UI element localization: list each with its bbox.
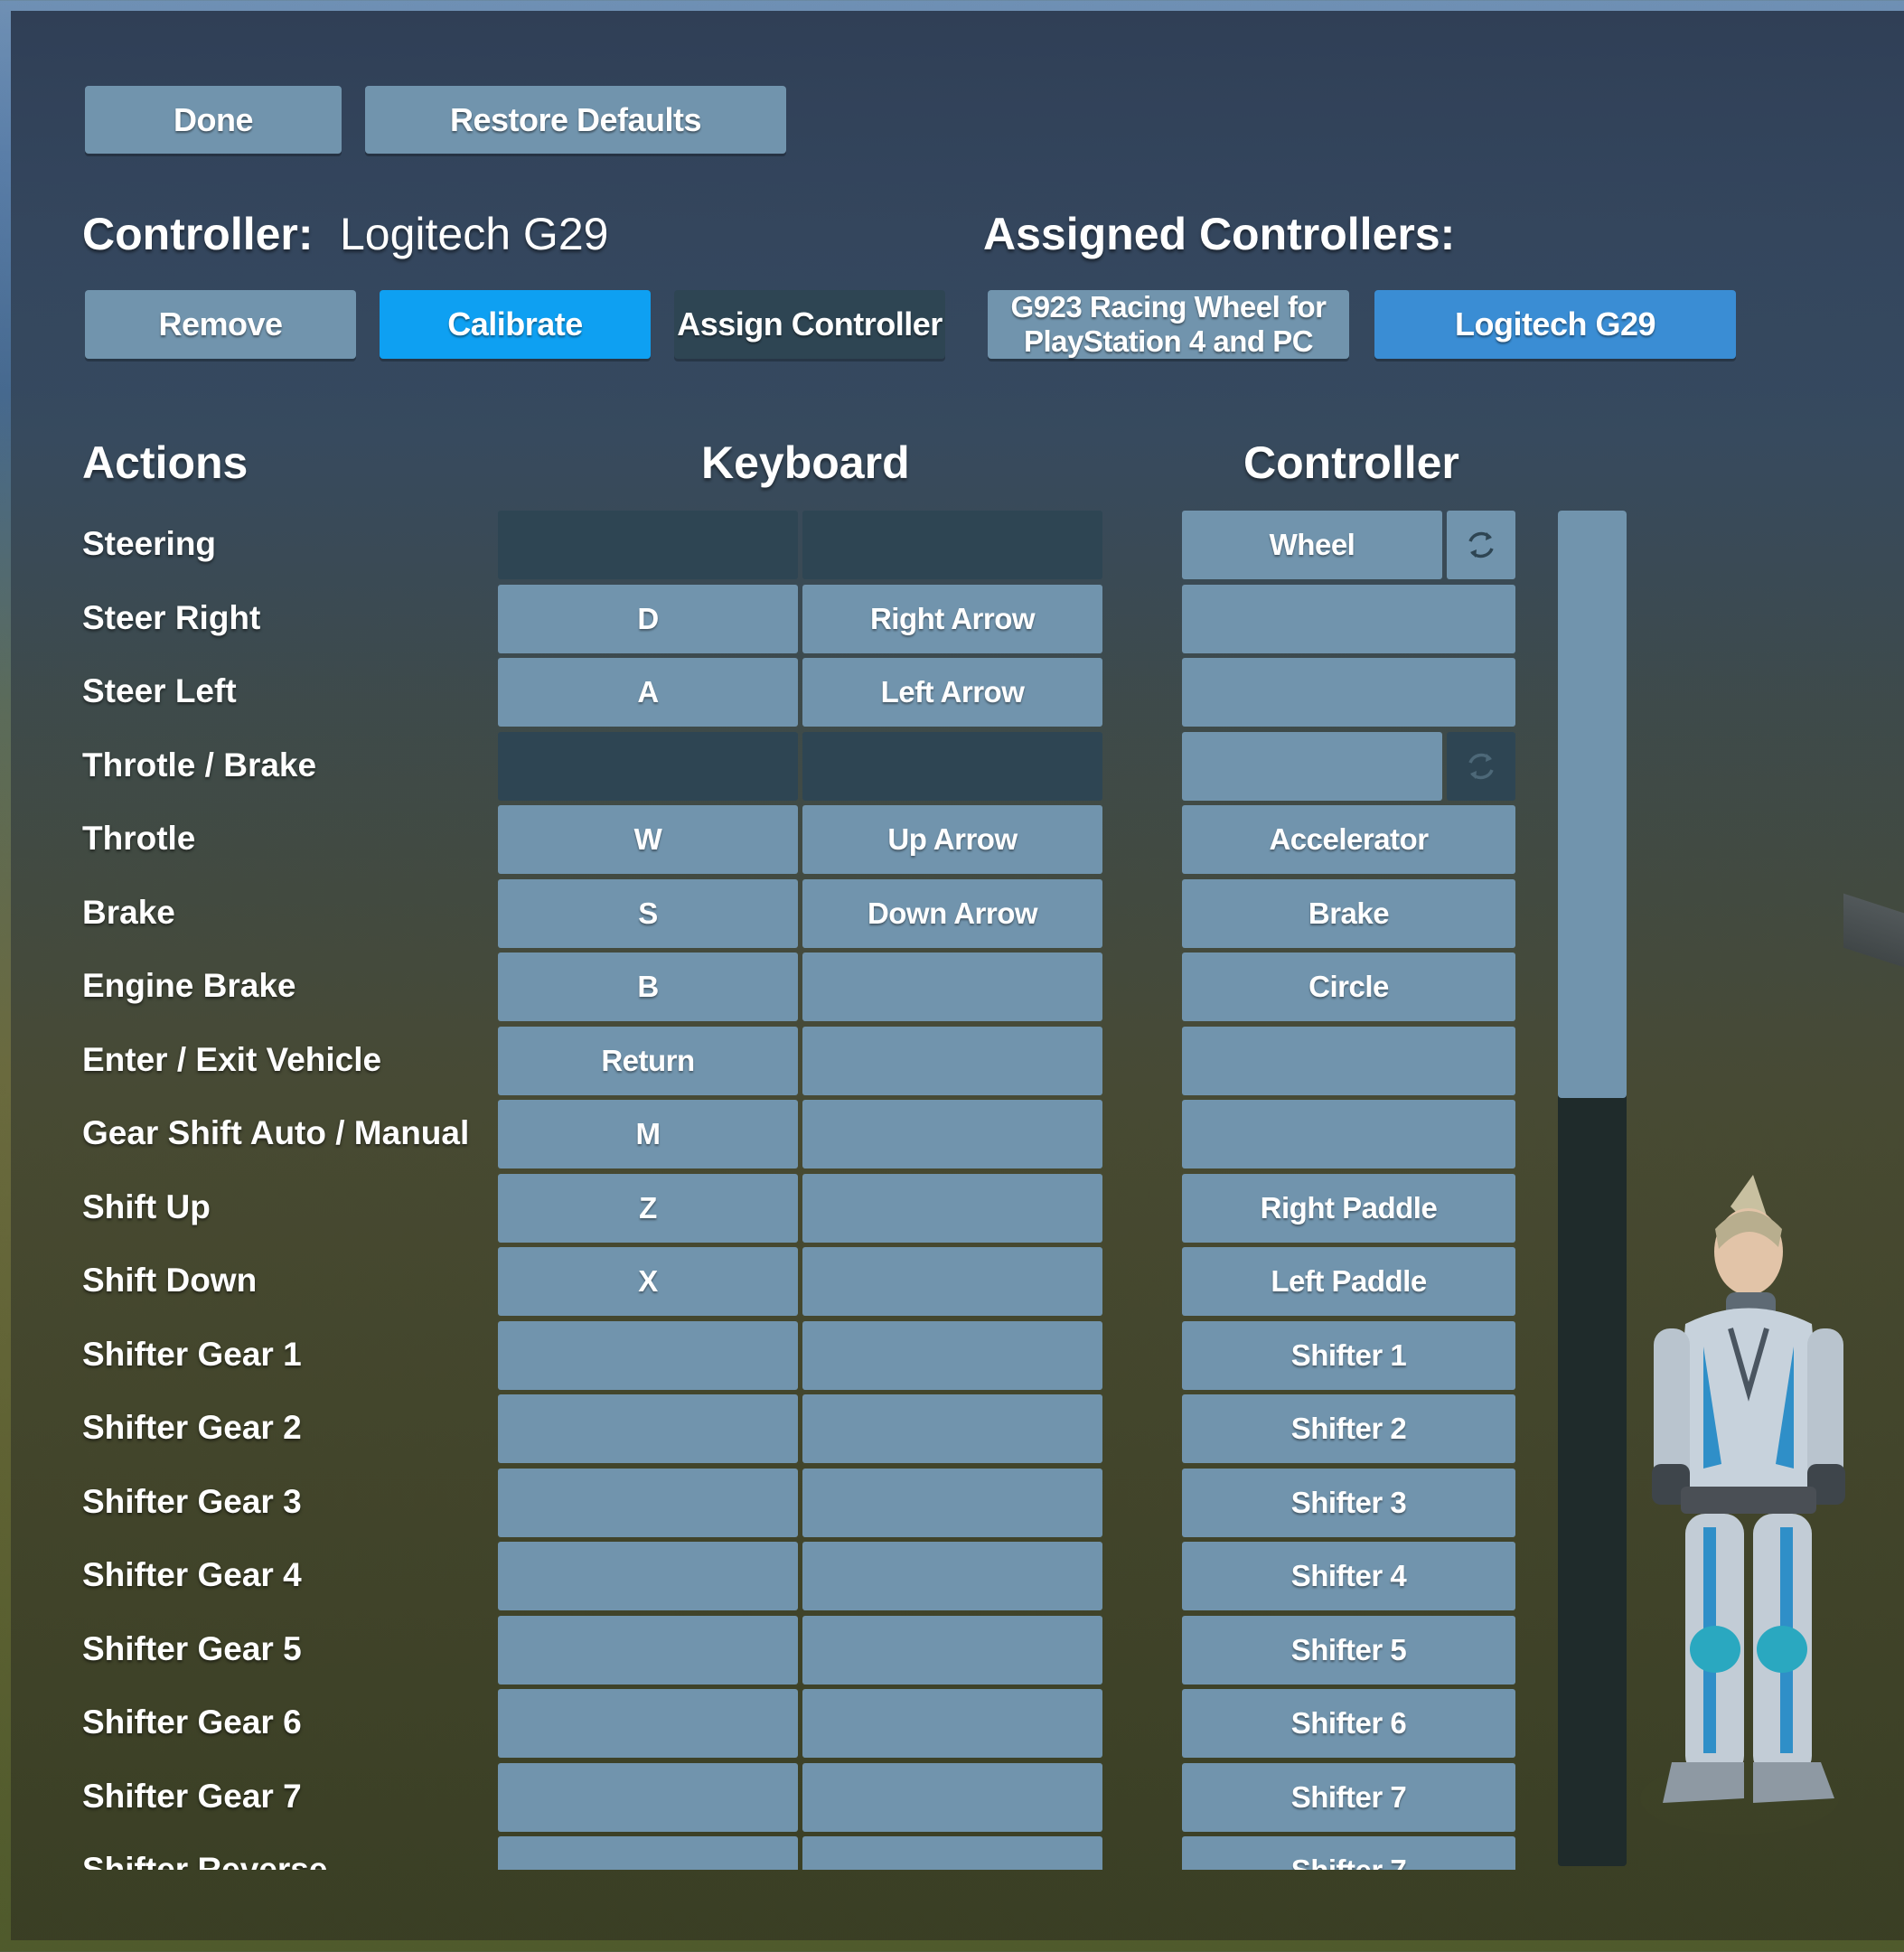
controller-binding[interactable]: Shifter 6	[1182, 1689, 1515, 1758]
keyboard-binding-primary[interactable]: X	[498, 1247, 798, 1316]
action-label: Shift Down	[82, 1262, 258, 1299]
character-icon	[1640, 1175, 1845, 1835]
action-label: Shifter Reverse	[82, 1851, 328, 1870]
keyboard-binding-primary[interactable]	[498, 1320, 798, 1390]
assigned-controller-g923[interactable]: G923 Racing Wheel for PlayStation 4 and …	[988, 290, 1349, 359]
controller-binding[interactable]	[1182, 731, 1442, 801]
keyboard-binding-primary[interactable]: Return	[498, 1026, 798, 1095]
keyboard-binding-primary[interactable]	[498, 731, 798, 801]
keyboard-binding-secondary[interactable]	[802, 1026, 1102, 1095]
assigned-controller-g29[interactable]: Logitech G29	[1374, 290, 1736, 359]
keyboard-binding-secondary[interactable]	[802, 1762, 1102, 1832]
action-label: Steer Left	[82, 672, 237, 709]
controller-column-header: Controller	[1243, 437, 1459, 488]
actions-column-header: Actions	[82, 437, 249, 488]
refresh-icon[interactable]	[1447, 511, 1515, 579]
keyboard-binding-secondary[interactable]	[802, 1394, 1102, 1463]
controller-binding[interactable]: Wheel	[1182, 511, 1442, 579]
keyboard-column-header: Keyboard	[701, 437, 910, 488]
keyboard-binding-primary[interactable]: W	[498, 805, 798, 874]
keyboard-binding-secondary[interactable]	[802, 1836, 1102, 1870]
keyboard-binding-primary[interactable]	[498, 1762, 798, 1832]
keyboard-binding-secondary[interactable]	[802, 1173, 1102, 1243]
keyboard-binding-secondary[interactable]: Down Arrow	[802, 878, 1102, 948]
controller-binding[interactable]: Shifter 1	[1182, 1320, 1515, 1390]
keyboard-binding-primary[interactable]	[498, 1542, 798, 1610]
action-label: Gear Shift Auto / Manual	[82, 1114, 470, 1151]
keyboard-binding-primary[interactable]: A	[498, 658, 798, 727]
bindings-list: Steering Wheel Steer Right D Right Arrow Stee…	[0, 506, 1536, 1870]
action-label: Shift Up	[82, 1187, 211, 1225]
keyboard-binding-secondary[interactable]	[802, 1247, 1102, 1316]
keyboard-binding-primary[interactable]: S	[498, 878, 798, 948]
controller-binding[interactable]: Left Paddle	[1182, 1247, 1515, 1316]
action-label: Brake	[82, 893, 175, 931]
keyboard-binding-primary[interactable]	[498, 1394, 798, 1463]
assigned-controllers-heading: Assigned Controllers:	[983, 209, 1456, 259]
controller-binding[interactable]: Shifter 3	[1182, 1468, 1515, 1537]
controller-name: Logitech G29	[340, 209, 609, 259]
keyboard-binding-primary[interactable]: D	[498, 584, 798, 653]
action-label: Engine Brake	[82, 967, 296, 1004]
controller-binding[interactable]: Brake	[1182, 878, 1515, 948]
action-label: Throtle	[82, 820, 196, 857]
keyboard-binding-secondary[interactable]: Right Arrow	[802, 584, 1102, 653]
controller-heading: Controller:	[82, 209, 314, 259]
controller-binding[interactable]: Shifter 4	[1182, 1542, 1515, 1610]
restore-defaults-button[interactable]: Restore Defaults	[365, 86, 786, 154]
keyboard-binding-primary[interactable]	[498, 511, 798, 579]
action-label: Shifter Gear 4	[82, 1556, 302, 1593]
keyboard-binding-secondary[interactable]	[802, 1689, 1102, 1758]
controller-binding[interactable]	[1182, 1026, 1515, 1095]
keyboard-binding-secondary[interactable]	[802, 953, 1102, 1021]
keyboard-binding-secondary[interactable]	[802, 1320, 1102, 1390]
done-button[interactable]: Done	[85, 86, 342, 154]
action-label: Steer Right	[82, 598, 261, 636]
controller-binding[interactable]	[1182, 658, 1515, 727]
action-label: Shifter Gear 3	[82, 1482, 302, 1520]
action-label: Shifter Gear 1	[82, 1335, 302, 1373]
keyboard-binding-secondary[interactable]: Left Arrow	[802, 658, 1102, 727]
keyboard-binding-secondary[interactable]: Up Arrow	[802, 805, 1102, 874]
action-label: Shifter Gear 6	[82, 1703, 302, 1741]
controller-binding[interactable]: Circle	[1182, 953, 1515, 1021]
action-label: Enter / Exit Vehicle	[82, 1040, 382, 1078]
controller-binding[interactable]	[1182, 584, 1515, 653]
controller-binding[interactable]: Right Paddle	[1182, 1173, 1515, 1243]
keyboard-binding-secondary[interactable]	[802, 731, 1102, 801]
calibrate-button[interactable]: Calibrate	[380, 290, 651, 359]
keyboard-binding-primary[interactable]	[498, 1689, 798, 1758]
action-label: Throtle / Brake	[82, 746, 317, 784]
keyboard-binding-primary[interactable]	[498, 1468, 798, 1537]
controller-binding[interactable]	[1182, 1100, 1515, 1168]
keyboard-binding-secondary[interactable]	[802, 1542, 1102, 1610]
remove-button[interactable]: Remove	[85, 290, 356, 359]
assign-controller-button[interactable]: Assign Controller	[674, 290, 945, 359]
controller-binding[interactable]: Shifter 7	[1182, 1836, 1515, 1870]
controller-binding[interactable]: Shifter 5	[1182, 1615, 1515, 1685]
keyboard-binding-secondary[interactable]	[802, 511, 1102, 579]
keyboard-binding-primary[interactable]: Z	[498, 1173, 798, 1243]
keyboard-binding-secondary[interactable]	[802, 1468, 1102, 1537]
keyboard-binding-secondary[interactable]	[802, 1615, 1102, 1685]
action-label: Shifter Gear 7	[82, 1777, 302, 1815]
controller-binding[interactable]: Shifter 2	[1182, 1394, 1515, 1463]
action-label: Shifter Gear 5	[82, 1629, 302, 1667]
keyboard-binding-primary[interactable]: B	[498, 953, 798, 1021]
controller-binding[interactable]: Accelerator	[1182, 805, 1515, 874]
keyboard-binding-secondary[interactable]	[802, 1100, 1102, 1168]
action-label: Shifter Gear 2	[82, 1409, 302, 1446]
controller-binding[interactable]: Shifter 7	[1182, 1762, 1515, 1832]
keyboard-binding-primary[interactable]	[498, 1836, 798, 1870]
scrollbar-thumb[interactable]	[1558, 511, 1627, 1098]
action-label: Steering	[82, 525, 217, 562]
refresh-icon[interactable]	[1447, 731, 1515, 801]
keyboard-binding-primary[interactable]	[498, 1615, 798, 1685]
keyboard-binding-primary[interactable]: M	[498, 1100, 798, 1168]
